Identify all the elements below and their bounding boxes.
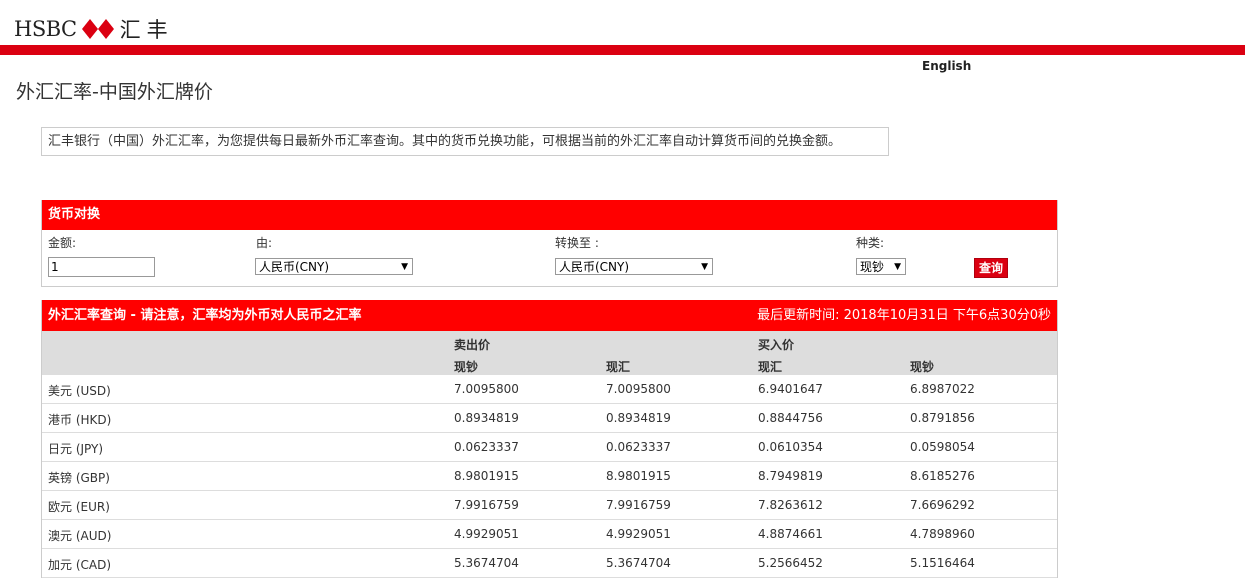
sell-transfer-rate: 7.0095800 xyxy=(606,382,671,396)
buy-transfer-rate: 5.2566452 xyxy=(758,556,823,570)
currency-name: 澳元 (AUD) xyxy=(48,529,112,543)
column-header-row: 卖出价 买入价 现钞 现汇 现汇 现钞 xyxy=(42,331,1057,375)
buy-transfer-rate: 4.8874661 xyxy=(758,527,823,541)
header-red-bar xyxy=(0,45,1245,55)
buy-cash-rate: 0.0598054 xyxy=(910,440,975,454)
chevron-down-icon: ▼ xyxy=(401,262,408,272)
table-row: 加元 (CAD) 5.3674704 5.3674704 5.2566452 5… xyxy=(42,549,1057,578)
sell-cash-rate: 0.8934819 xyxy=(454,411,519,425)
rates-header: 外汇汇率查询 - 请注意，汇率均为外币对人民币之汇率 最后更新时间: 2018年… xyxy=(42,300,1057,331)
buy-transfer-rate: 6.9401647 xyxy=(758,382,823,396)
to-currency-select[interactable]: 人民币(CNY) ▼ xyxy=(555,258,713,275)
buy-cash-rate: 8.6185276 xyxy=(910,469,975,483)
table-row: 英镑 (GBP) 8.9801915 8.9801915 8.7949819 8… xyxy=(42,462,1057,491)
type-label: 种类: xyxy=(856,236,885,250)
from-currency-value: 人民币(CNY) xyxy=(259,260,330,274)
sell-transfer-rate: 0.8934819 xyxy=(606,411,671,425)
page-title: 外汇汇率-中国外汇牌价 xyxy=(16,81,213,103)
sell-cash-rate: 4.9929051 xyxy=(454,527,519,541)
type-select[interactable]: 现钞 ▼ xyxy=(856,258,906,275)
buy-transfer-rate: 7.8263612 xyxy=(758,498,823,512)
sell-transfer-rate: 5.3674704 xyxy=(606,556,671,570)
hsbc-logo[interactable]: HSBC 汇丰 xyxy=(14,17,174,42)
type-value: 现钞 xyxy=(860,260,885,274)
hsbc-hexagon-icon xyxy=(81,19,114,39)
buy-cash-rate: 4.7898960 xyxy=(910,527,975,541)
currency-name: 港币 (HKD) xyxy=(48,413,112,427)
sell-price-group-header: 卖出价 xyxy=(454,338,491,352)
chevron-down-icon: ▼ xyxy=(894,262,901,272)
sell-cash-rate: 0.0623337 xyxy=(454,440,519,454)
to-currency-label: 转换至 : xyxy=(555,236,599,250)
currency-name: 日元 (JPY) xyxy=(48,442,104,456)
currency-name: 加元 (CAD) xyxy=(48,558,112,572)
buy-transfer-rate: 0.8844756 xyxy=(758,411,823,425)
table-row: 港币 (HKD) 0.8934819 0.8934819 0.8844756 0… xyxy=(42,404,1057,433)
brand-name-cn: 汇丰 xyxy=(119,18,174,42)
sell-transfer-header: 现汇 xyxy=(606,360,631,374)
buy-cash-rate: 5.1516464 xyxy=(910,556,975,570)
table-row: 欧元 (EUR) 7.9916759 7.9916759 7.8263612 7… xyxy=(42,491,1057,520)
currency-name: 欧元 (EUR) xyxy=(48,500,110,514)
buy-price-group-header: 买入价 xyxy=(758,338,795,352)
from-currency-label: 由: xyxy=(256,236,273,250)
sell-cash-rate: 5.3674704 xyxy=(454,556,519,570)
currency-name: 美元 (USD) xyxy=(48,384,111,398)
buy-cash-rate: 0.8791856 xyxy=(910,411,975,425)
sell-cash-rate: 7.0095800 xyxy=(454,382,519,396)
query-button[interactable]: 查询 xyxy=(974,258,1009,278)
buy-cash-header: 现钞 xyxy=(910,360,935,374)
from-currency-select[interactable]: 人民币(CNY) ▼ xyxy=(255,258,413,275)
sell-cash-header: 现钞 xyxy=(454,360,479,374)
sell-transfer-rate: 7.9916759 xyxy=(606,498,671,512)
table-row: 日元 (JPY) 0.0623337 0.0623337 0.0610354 0… xyxy=(42,433,1057,462)
amount-label: 金额: xyxy=(48,236,77,250)
table-row: 澳元 (AUD) 4.9929051 4.9929051 4.8874661 4… xyxy=(42,520,1057,549)
sell-cash-rate: 7.9916759 xyxy=(454,498,519,512)
chevron-down-icon: ▼ xyxy=(701,262,708,272)
brand-name: HSBC xyxy=(14,17,77,41)
converter-title: 货币对换 xyxy=(42,200,1057,230)
table-row: 美元 (USD) 7.0095800 7.0095800 6.9401647 6… xyxy=(42,375,1057,404)
buy-transfer-rate: 8.7949819 xyxy=(758,469,823,483)
buy-cash-rate: 6.8987022 xyxy=(910,382,975,396)
buy-transfer-header: 现汇 xyxy=(758,360,783,374)
english-language-link[interactable]: English xyxy=(922,59,971,73)
sell-transfer-rate: 0.0623337 xyxy=(606,440,671,454)
last-updated-text: 最后更新时间: 2018年10月31日 下午6点30分0秒 xyxy=(757,308,1051,323)
sell-transfer-rate: 8.9801915 xyxy=(606,469,671,483)
to-currency-value: 人民币(CNY) xyxy=(559,260,630,274)
buy-cash-rate: 7.6696292 xyxy=(910,498,975,512)
buy-transfer-rate: 0.0610354 xyxy=(758,440,823,454)
sell-cash-rate: 8.9801915 xyxy=(454,469,519,483)
currency-converter-panel: 货币对换 金额: 由: 人民币(CNY) ▼ 转换至 : 人民币(CNY) ▼ … xyxy=(41,200,1058,287)
rates-table-body: 美元 (USD) 7.0095800 7.0095800 6.9401647 6… xyxy=(42,375,1057,578)
intro-text: 汇丰银行（中国）外汇汇率，为您提供每日最新外币汇率查询。其中的货币兑换功能，可根… xyxy=(41,127,889,156)
rates-title: 外汇汇率查询 - 请注意，汇率均为外币对人民币之汇率 xyxy=(48,308,362,323)
currency-name: 英镑 (GBP) xyxy=(48,471,110,485)
exchange-rates-table: 外汇汇率查询 - 请注意，汇率均为外币对人民币之汇率 最后更新时间: 2018年… xyxy=(41,300,1058,578)
amount-input[interactable] xyxy=(48,257,155,277)
sell-transfer-rate: 4.9929051 xyxy=(606,527,671,541)
